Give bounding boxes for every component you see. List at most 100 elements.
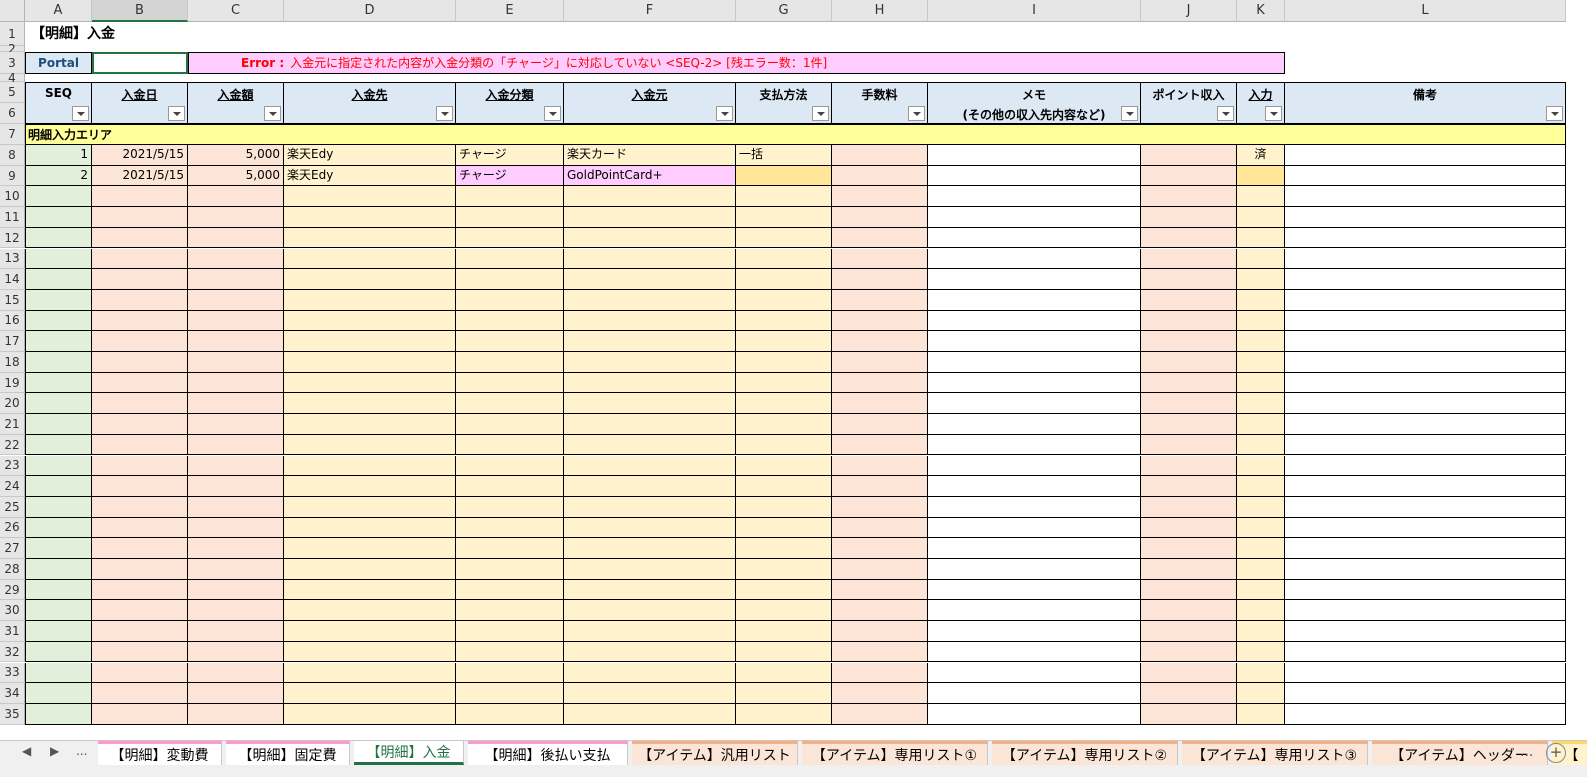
cell-memo[interactable] xyxy=(928,186,1141,208)
cell-dest[interactable] xyxy=(284,476,456,497)
cell-source[interactable] xyxy=(564,621,736,642)
cell-memo[interactable] xyxy=(928,145,1141,166)
cell-fee[interactable] xyxy=(832,517,928,539)
cell-method[interactable] xyxy=(736,186,832,208)
sheet-tab[interactable]: 【アイテム】専用リスト② xyxy=(992,741,1178,765)
cell-method[interactable] xyxy=(736,269,832,290)
cell-seq[interactable] xyxy=(25,248,92,270)
cell-category[interactable] xyxy=(456,393,564,415)
filter-dropdown-button[interactable] xyxy=(1217,106,1234,121)
cell-points[interactable] xyxy=(1141,662,1237,684)
cell-category[interactable] xyxy=(456,269,564,290)
cell-fee[interactable] xyxy=(832,269,928,290)
spreadsheet[interactable]: A B C D E F G H I J K L 1 2 3 4 5 6 7 8 9 10 11 12 13 14 15 16 17 18 1… xyxy=(0,0,1587,740)
cell-date[interactable] xyxy=(92,414,188,435)
cell-fee[interactable] xyxy=(832,414,928,435)
sheet-tab[interactable]: 【明細】後払い支払 xyxy=(468,741,628,765)
cell-input[interactable] xyxy=(1237,683,1285,704)
cell-points[interactable] xyxy=(1141,455,1237,477)
cell-source[interactable] xyxy=(564,310,736,332)
scroll-tabs-left-icon[interactable]: ◀ xyxy=(22,744,31,758)
cell-method[interactable] xyxy=(736,683,832,704)
cell-category[interactable] xyxy=(456,352,564,373)
cell-amount[interactable] xyxy=(188,600,284,622)
cell-method[interactable] xyxy=(736,227,832,249)
cell-fee[interactable] xyxy=(832,683,928,704)
cell-category[interactable] xyxy=(456,289,564,311)
cell-category[interactable] xyxy=(456,455,564,477)
cell-category[interactable] xyxy=(456,331,564,352)
cell-source[interactable] xyxy=(564,517,736,539)
filter-dropdown-button[interactable] xyxy=(716,106,733,121)
row-header-25[interactable]: 25 xyxy=(0,496,25,518)
cell-seq[interactable] xyxy=(25,434,92,456)
cell-method[interactable] xyxy=(736,372,832,394)
cell-method[interactable] xyxy=(736,289,832,311)
cell-fee[interactable] xyxy=(832,455,928,477)
filter-dropdown-button[interactable] xyxy=(1546,106,1563,121)
cell-points[interactable] xyxy=(1141,310,1237,332)
column-header-l[interactable]: L xyxy=(1285,0,1566,22)
cell-seq[interactable]: 1 xyxy=(25,145,92,166)
cell-input[interactable] xyxy=(1237,165,1285,187)
cell-source[interactable] xyxy=(564,186,736,208)
cell-source[interactable] xyxy=(564,393,736,415)
cell-category[interactable] xyxy=(456,372,564,394)
cell-notes[interactable] xyxy=(1285,703,1566,725)
cell-category[interactable] xyxy=(456,434,564,456)
cell-fee[interactable] xyxy=(832,662,928,684)
cell-memo[interactable] xyxy=(928,414,1141,435)
cell-fee[interactable] xyxy=(832,641,928,663)
cell-amount[interactable] xyxy=(188,372,284,394)
cell-seq[interactable] xyxy=(25,600,92,622)
cell-input[interactable]: 済 xyxy=(1237,145,1285,166)
cell-seq[interactable] xyxy=(25,310,92,332)
cell-amount[interactable] xyxy=(188,703,284,725)
row-header-28[interactable]: 28 xyxy=(0,559,25,580)
cell-fee[interactable] xyxy=(832,579,928,601)
cell-date[interactable] xyxy=(92,310,188,332)
cell-source[interactable] xyxy=(564,538,736,559)
row-header-17[interactable]: 17 xyxy=(0,331,25,352)
cell-memo[interactable] xyxy=(928,703,1141,725)
cell-points[interactable] xyxy=(1141,434,1237,456)
cell-memo[interactable] xyxy=(928,517,1141,539)
cell-notes[interactable] xyxy=(1285,455,1566,477)
cell-dest[interactable] xyxy=(284,703,456,725)
row-header-21[interactable]: 21 xyxy=(0,414,25,435)
cell-amount[interactable] xyxy=(188,331,284,352)
cell-source[interactable] xyxy=(564,662,736,684)
cell-notes[interactable] xyxy=(1285,496,1566,518)
cell-points[interactable] xyxy=(1141,248,1237,270)
filter-dropdown-button[interactable] xyxy=(264,106,281,121)
row-header-24[interactable]: 24 xyxy=(0,476,25,497)
cell-source[interactable] xyxy=(564,248,736,270)
filter-dropdown-button[interactable] xyxy=(544,106,561,121)
cell-amount[interactable]: 5,000 xyxy=(188,165,284,187)
cell-fee[interactable] xyxy=(832,352,928,373)
filter-dropdown-button[interactable] xyxy=(908,106,925,121)
cell-category[interactable] xyxy=(456,496,564,518)
cell-fee[interactable] xyxy=(832,289,928,311)
row-header-12[interactable]: 12 xyxy=(0,227,25,249)
cell-memo[interactable] xyxy=(928,248,1141,270)
cell-date[interactable] xyxy=(92,683,188,704)
cell-date[interactable] xyxy=(92,496,188,518)
more-tabs-right[interactable]: ... xyxy=(1520,744,1533,760)
row-header-8[interactable]: 8 xyxy=(0,145,25,166)
cell-fee[interactable] xyxy=(832,372,928,394)
cell-fee[interactable] xyxy=(832,703,928,725)
cell-date[interactable] xyxy=(92,352,188,373)
cell-amount[interactable] xyxy=(188,621,284,642)
cell-seq[interactable] xyxy=(25,538,92,559)
cell-category[interactable] xyxy=(456,248,564,270)
cell-notes[interactable] xyxy=(1285,662,1566,684)
cell-method[interactable]: 一括 xyxy=(736,145,832,166)
cell-date[interactable] xyxy=(92,641,188,663)
cell-input[interactable] xyxy=(1237,517,1285,539)
cell-memo[interactable] xyxy=(928,559,1141,580)
cell-notes[interactable] xyxy=(1285,434,1566,456)
cell-fee[interactable] xyxy=(832,145,928,166)
cell-amount[interactable] xyxy=(188,269,284,290)
row-header-6[interactable]: 6 xyxy=(0,103,25,124)
